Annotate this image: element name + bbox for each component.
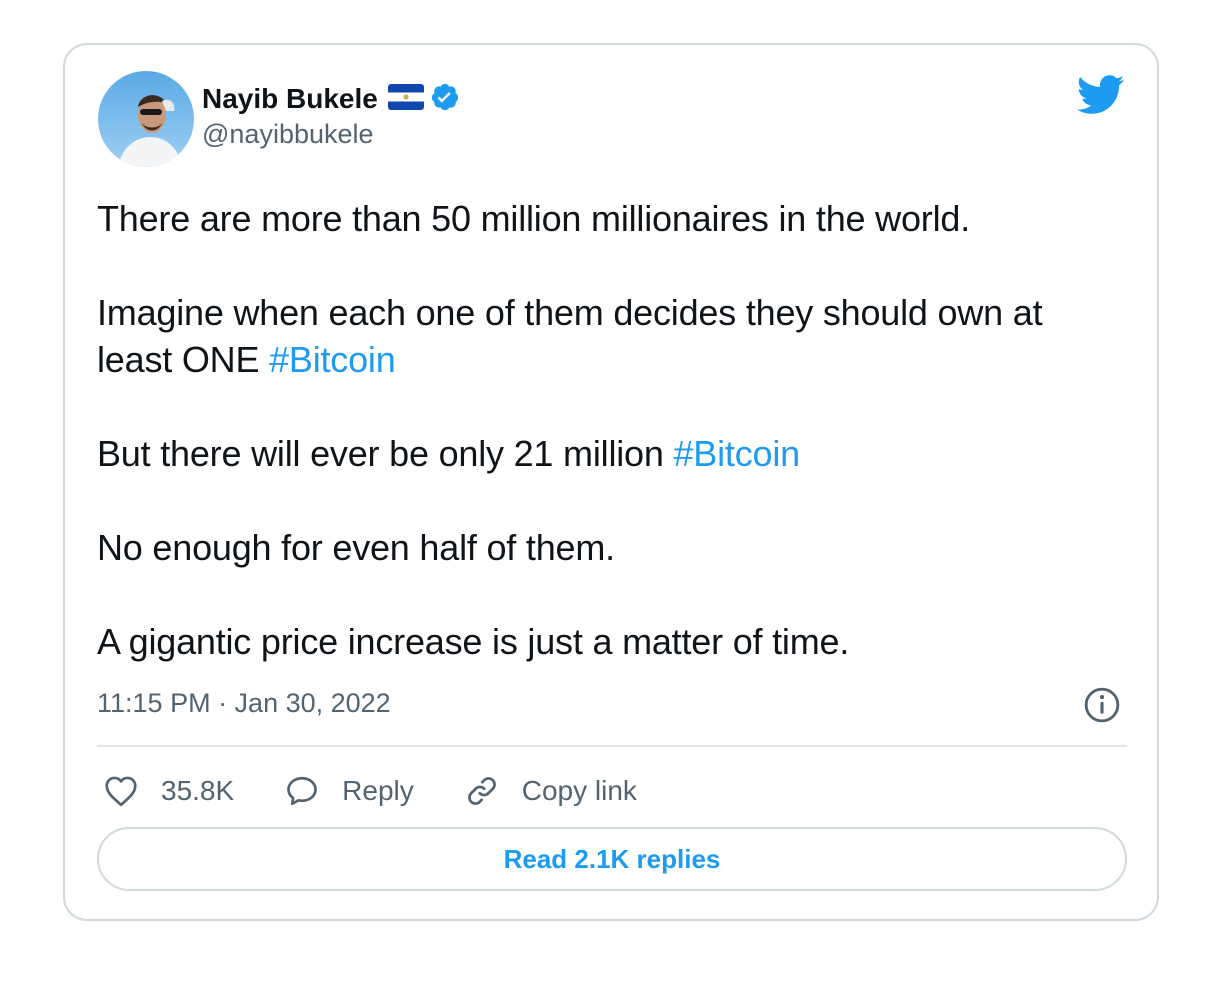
tweet-card: Nayib Bukele @nayibbukele There are more… [63, 43, 1159, 921]
verified-badge-icon [430, 82, 460, 117]
paragraph-text: A gigantic price increase is just a matt… [97, 621, 850, 662]
tweet-paragraph-1: There are more than 50 million millionai… [97, 195, 1127, 242]
info-icon[interactable] [1083, 686, 1121, 729]
action-bar: 35.8K Reply Copy link [103, 769, 687, 813]
tweet-paragraph-5: A gigantic price increase is just a matt… [97, 618, 1127, 665]
paragraph-text: Imagine when each one of them decides th… [97, 292, 1043, 380]
paragraph-text: But there will ever be only 21 million [97, 433, 674, 474]
reply-button[interactable]: Reply [284, 773, 414, 809]
hashtag-link[interactable]: #Bitcoin [673, 433, 800, 474]
twitter-bird-icon[interactable] [1076, 75, 1125, 120]
author-handle[interactable]: @nayibbukele [202, 119, 460, 150]
paragraph-text: There are more than 50 million millionai… [97, 198, 970, 239]
copy-link-label: Copy link [521, 775, 637, 806]
read-replies-button[interactable]: Read 2.1K replies [97, 827, 1127, 891]
reply-bubble-icon [287, 776, 318, 806]
author-block[interactable]: Nayib Bukele @nayibbukele [202, 81, 460, 150]
el-salvador-flag-icon [387, 83, 424, 115]
tweet-paragraph-3: But there will ever be only 21 million #… [97, 430, 1127, 477]
heart-icon [105, 776, 137, 807]
tweet-paragraph-4: No enough for even half of them. [97, 524, 1127, 571]
tweet-text: There are more than 50 million millionai… [97, 195, 1127, 665]
link-icon [467, 777, 496, 805]
tweet-paragraph-2: Imagine when each one of them decides th… [97, 289, 1127, 383]
avatar[interactable] [98, 71, 194, 167]
hashtag-link[interactable]: #Bitcoin [269, 339, 396, 380]
like-button[interactable]: 35.8K [103, 773, 234, 809]
tweet-timestamp[interactable]: 11:15 PM · Jan 30, 2022 [97, 688, 391, 719]
copy-link-button[interactable]: Copy link [464, 773, 637, 809]
paragraph-text: No enough for even half of them. [97, 527, 615, 568]
name-row: Nayib Bukele [202, 81, 460, 117]
like-count: 35.8K [161, 775, 235, 806]
reply-label: Reply [342, 775, 414, 806]
author-name[interactable]: Nayib Bukele [202, 83, 378, 115]
divider [97, 745, 1127, 747]
